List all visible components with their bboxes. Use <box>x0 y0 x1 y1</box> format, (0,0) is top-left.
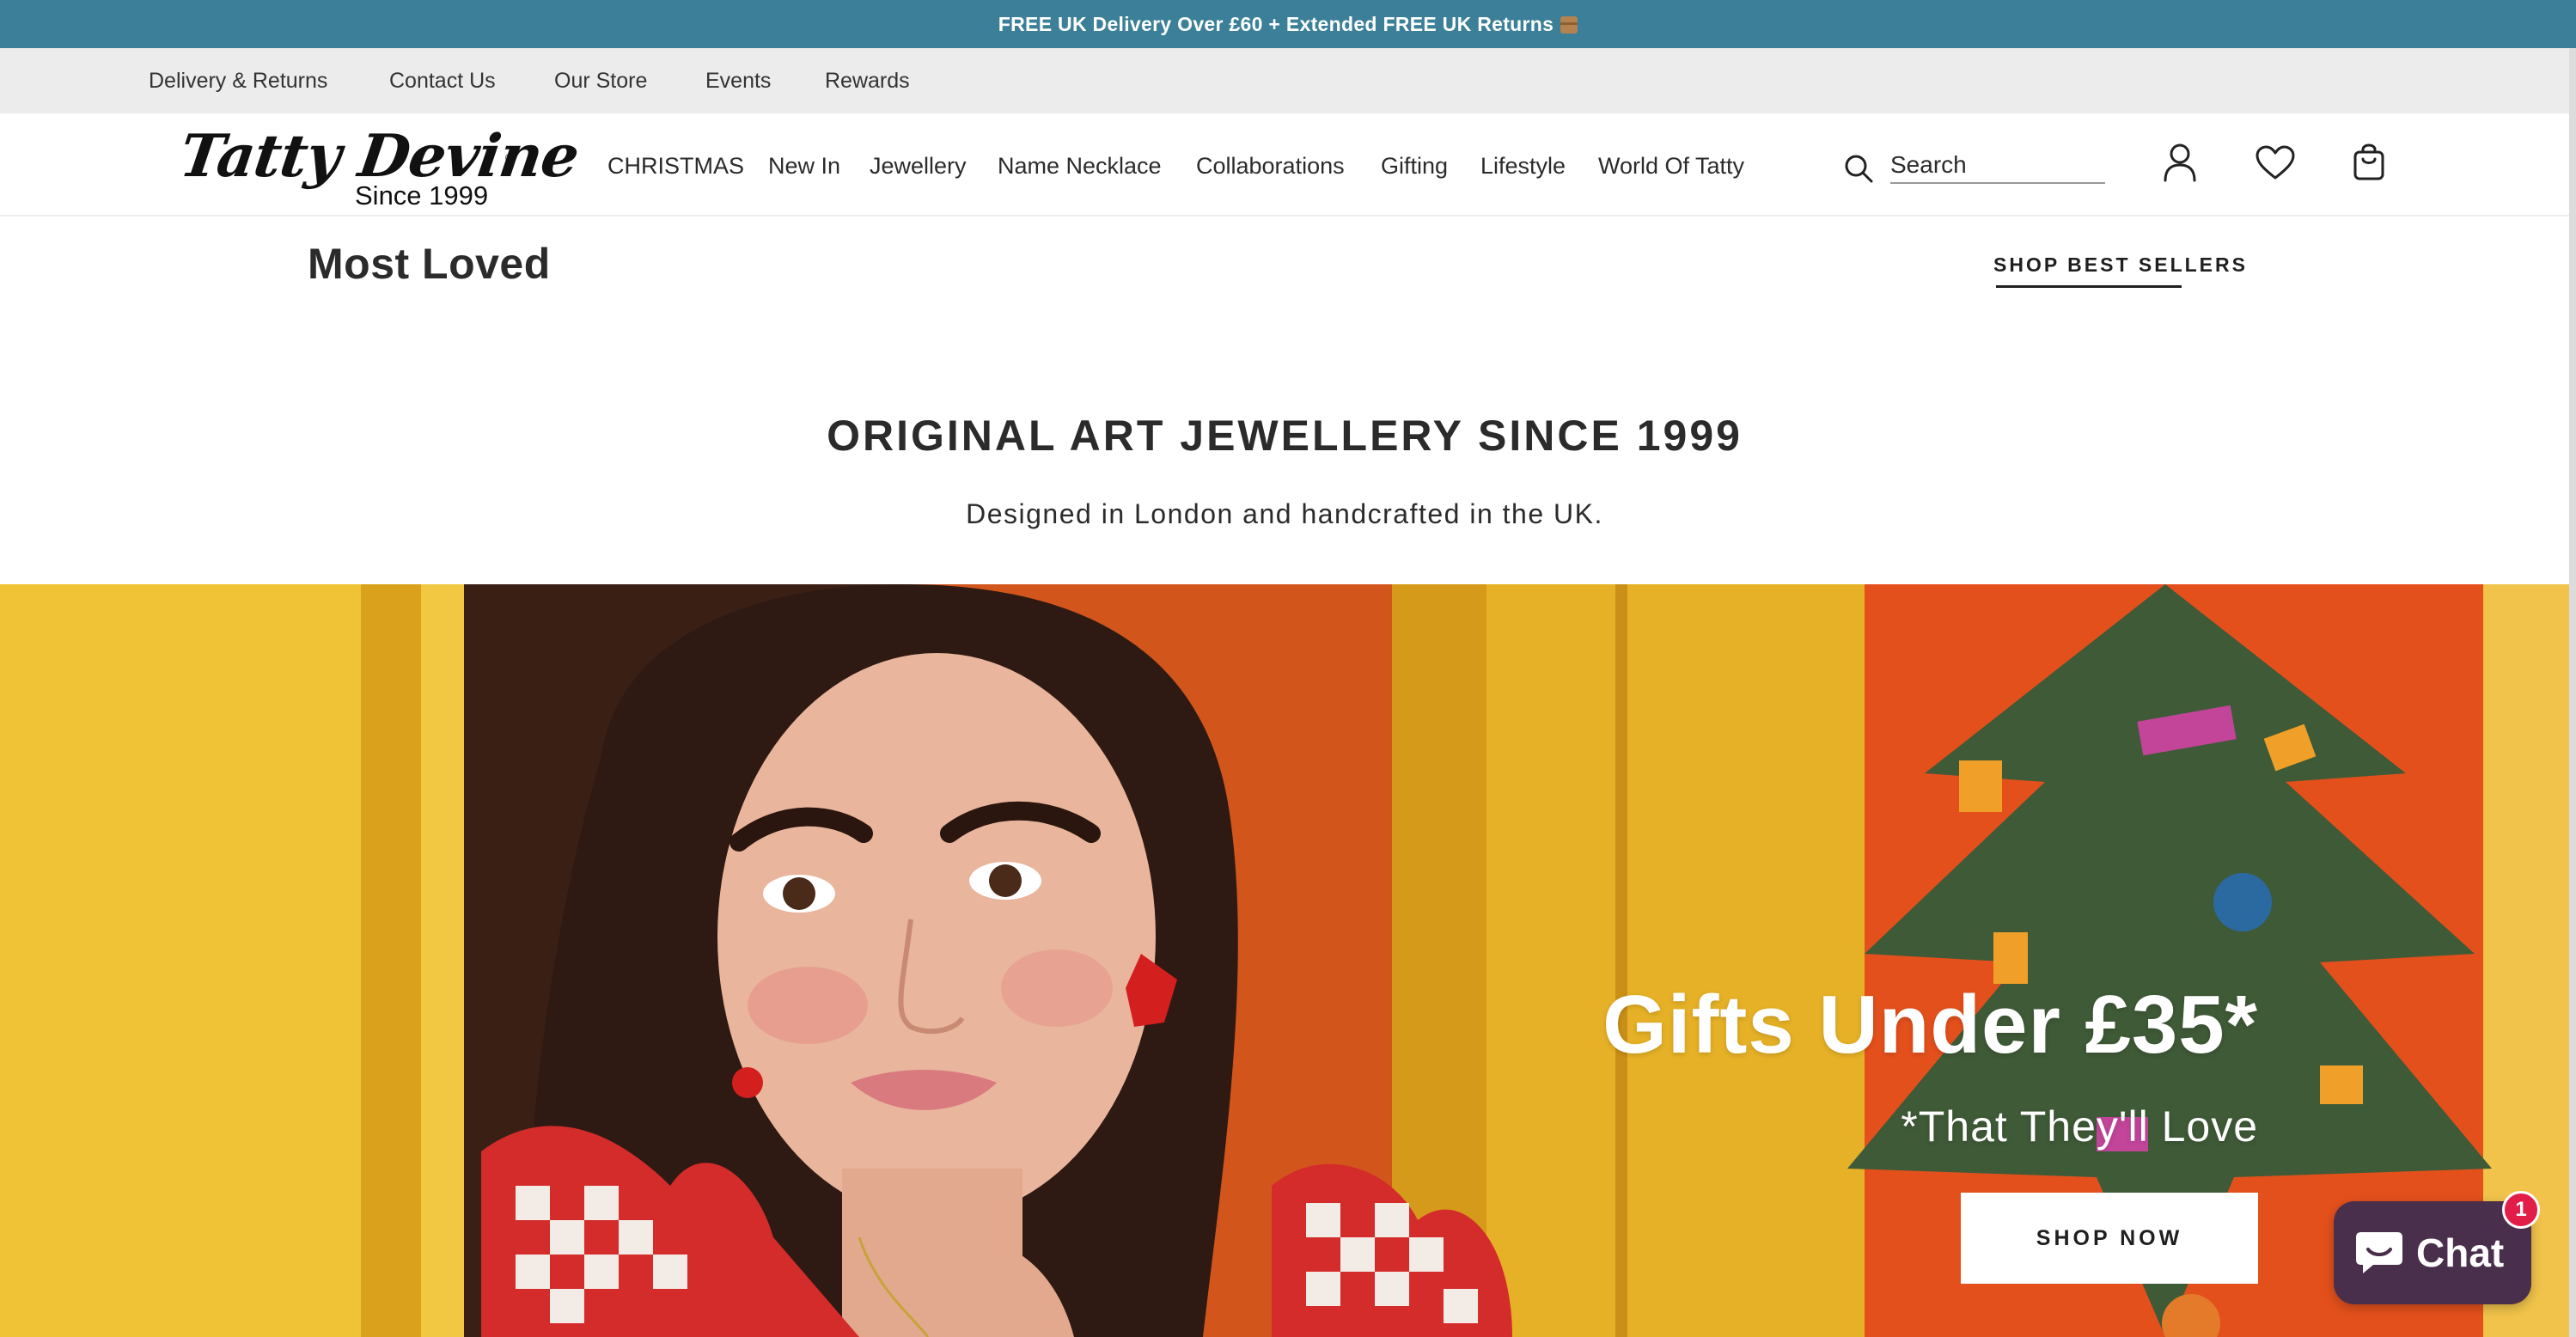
search-icon[interactable] <box>1843 153 1874 184</box>
logo[interactable]: Tatty Devine ® Since 1999 <box>175 122 583 215</box>
nav-item-christmas[interactable]: CHRISTMAS <box>607 153 744 180</box>
chat-label: Chat <box>2416 1230 2505 1275</box>
logo-registered-mark: ® <box>505 151 514 164</box>
utility-link-rewards[interactable]: Rewards <box>825 69 910 94</box>
nav-item-collaborations[interactable]: Collaborations <box>1196 153 1345 180</box>
brand-headline: ORIGINAL ART JEWELLERY SINCE 1999 <box>827 412 1743 460</box>
logo-since: Since 1999 <box>355 180 489 211</box>
nav-item-new-in[interactable]: New In <box>768 153 840 180</box>
hero-subtitle: *That They'll Love <box>1901 1102 2258 1151</box>
announcement-bar: FREE UK Delivery Over £60 + Extended FRE… <box>0 0 2576 48</box>
utility-link-events[interactable]: Events <box>705 69 771 94</box>
search-input[interactable] <box>1890 148 2105 184</box>
utility-nav: Delivery & Returns Contact Us Our Store … <box>0 48 2576 113</box>
nav-item-name-necklace[interactable]: Name Necklace <box>998 153 1162 180</box>
site-header: Tatty Devine ® Since 1999 CHRISTMAS New … <box>0 113 2576 217</box>
chat-widget-button[interactable]: Chat <box>2334 1201 2531 1304</box>
nav-item-gifting[interactable]: Gifting <box>1381 153 1448 180</box>
utility-link-contact-us[interactable]: Contact Us <box>389 69 496 94</box>
shop-now-button[interactable]: SHOP NOW <box>1961 1193 2258 1284</box>
page-scrollbar[interactable] <box>2569 48 2576 1337</box>
package-icon <box>1560 16 1578 34</box>
utility-link-our-store[interactable]: Our Store <box>554 69 647 94</box>
account-icon[interactable] <box>2159 139 2201 186</box>
hero-title: Gifts Under £35* <box>1602 979 2258 1071</box>
section-title-most-loved: Most Loved <box>308 240 551 288</box>
shop-best-sellers-underline <box>1996 285 2182 288</box>
shop-best-sellers-link[interactable]: SHOP BEST SELLERS <box>1993 253 2248 277</box>
wishlist-heart-icon[interactable] <box>2255 139 2296 186</box>
utility-link-delivery-returns[interactable]: Delivery & Returns <box>149 69 327 94</box>
brand-subheading: Designed in London and handcrafted in th… <box>966 498 1603 529</box>
chat-bubble-icon <box>2356 1232 2402 1273</box>
shopping-bag-icon[interactable] <box>2348 139 2390 186</box>
chat-unread-badge: 1 <box>2502 1191 2540 1229</box>
nav-item-lifestyle[interactable]: Lifestyle <box>1480 153 1566 180</box>
nav-item-jewellery[interactable]: Jewellery <box>870 153 967 180</box>
nav-item-world-of-tatty[interactable]: World Of Tatty <box>1598 153 1744 180</box>
announcement-text: FREE UK Delivery Over £60 + Extended FRE… <box>998 12 1554 35</box>
search-box <box>1843 144 2105 187</box>
